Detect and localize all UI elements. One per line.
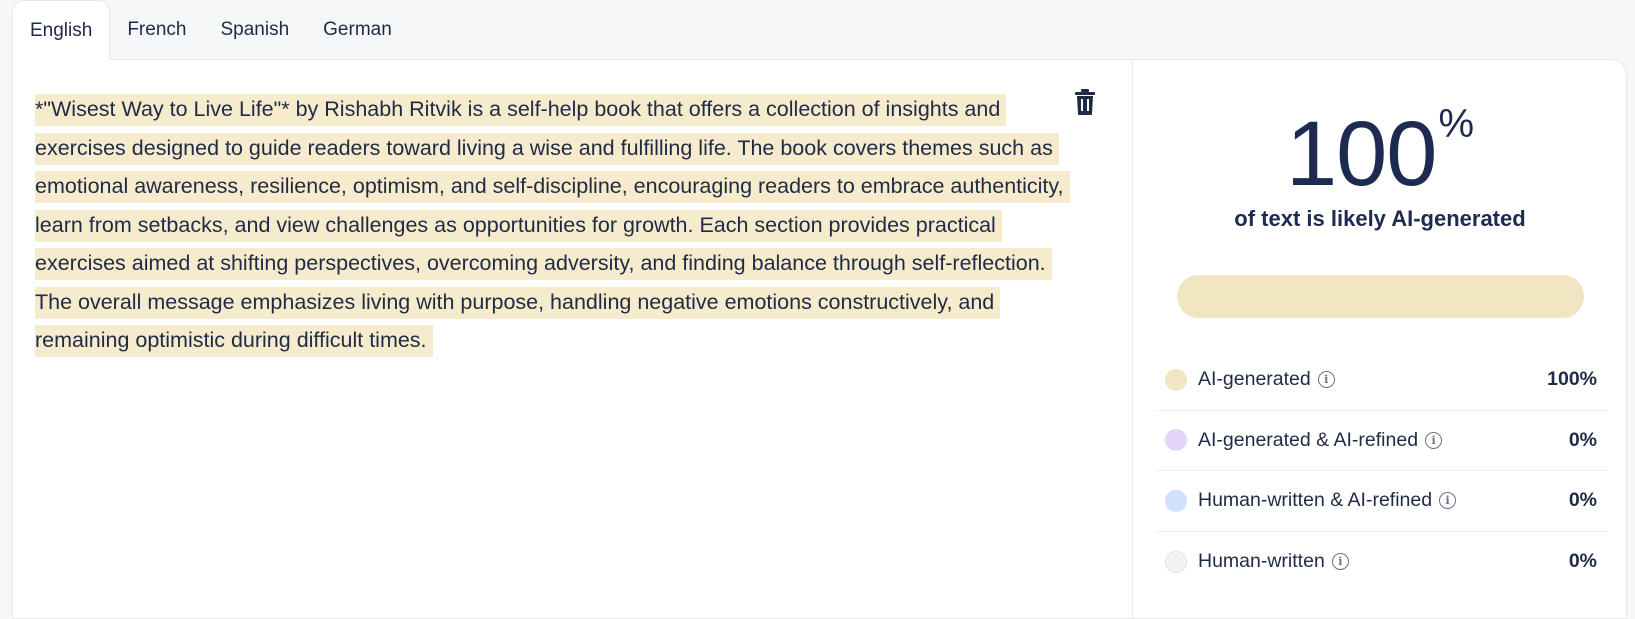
ai-highlighted-text: *"Wisest Way to Live Life"* by Rishabh R… [35, 94, 1070, 357]
legend-label: AI-generated [1198, 368, 1311, 391]
breakdown-legend: AI-generated i 100% AI-generated & AI-re… [1155, 350, 1607, 592]
tab-french[interactable]: French [110, 0, 203, 60]
result-subtitle: of text is likely AI-generated [1234, 206, 1526, 231]
percentage-value: 100 [1285, 103, 1437, 205]
tab-english[interactable]: English [12, 0, 111, 60]
ai-generated-dot [1165, 368, 1187, 391]
ai-score-bar-fill [1177, 275, 1584, 318]
analyzed-text[interactable]: *"Wisest Way to Live Life"* by Rishabh R… [35, 90, 1085, 360]
trash-icon[interactable] [1073, 88, 1097, 116]
info-icon[interactable]: i [1439, 492, 1457, 510]
legend-label: Human-written & AI-refined [1198, 489, 1433, 512]
legend-row-human-written-ai-refined: Human-written & AI-refined i 0% [1155, 471, 1607, 532]
ai-percentage: 100% [1133, 102, 1627, 207]
language-tabs: English French Spanish German [12, 0, 409, 60]
human-written-dot [1165, 550, 1187, 573]
text-editor-panel: *"Wisest Way to Live Life"* by Rishabh R… [13, 60, 1133, 618]
info-icon[interactable]: i [1317, 371, 1335, 389]
legend-value: 0% [1568, 489, 1597, 512]
info-icon[interactable]: i [1425, 431, 1443, 449]
tab-spanish[interactable]: Spanish [203, 0, 306, 60]
detector-card: *"Wisest Way to Live Life"* by Rishabh R… [12, 59, 1627, 619]
ai-score-bar [1177, 275, 1584, 318]
tab-german[interactable]: German [306, 0, 409, 60]
legend-row-human-written: Human-written i 0% [1155, 532, 1607, 593]
legend-value: 0% [1568, 428, 1597, 451]
info-icon[interactable]: i [1331, 553, 1349, 571]
legend-row-ai-generated: AI-generated i 100% [1155, 350, 1607, 411]
legend-label: Human-written [1198, 550, 1325, 573]
human-ai-refined-dot [1165, 489, 1187, 512]
legend-value: 100% [1547, 368, 1597, 391]
results-panel: 100% of text is likely AI-generated AI-g… [1133, 60, 1627, 618]
legend-label: AI-generated & AI-refined [1198, 428, 1419, 451]
ai-refined-dot [1165, 429, 1187, 452]
legend-value: 0% [1568, 550, 1597, 573]
legend-row-ai-generated-ai-refined: AI-generated & AI-refined i 0% [1155, 411, 1607, 471]
percent-sign: % [1438, 102, 1475, 146]
